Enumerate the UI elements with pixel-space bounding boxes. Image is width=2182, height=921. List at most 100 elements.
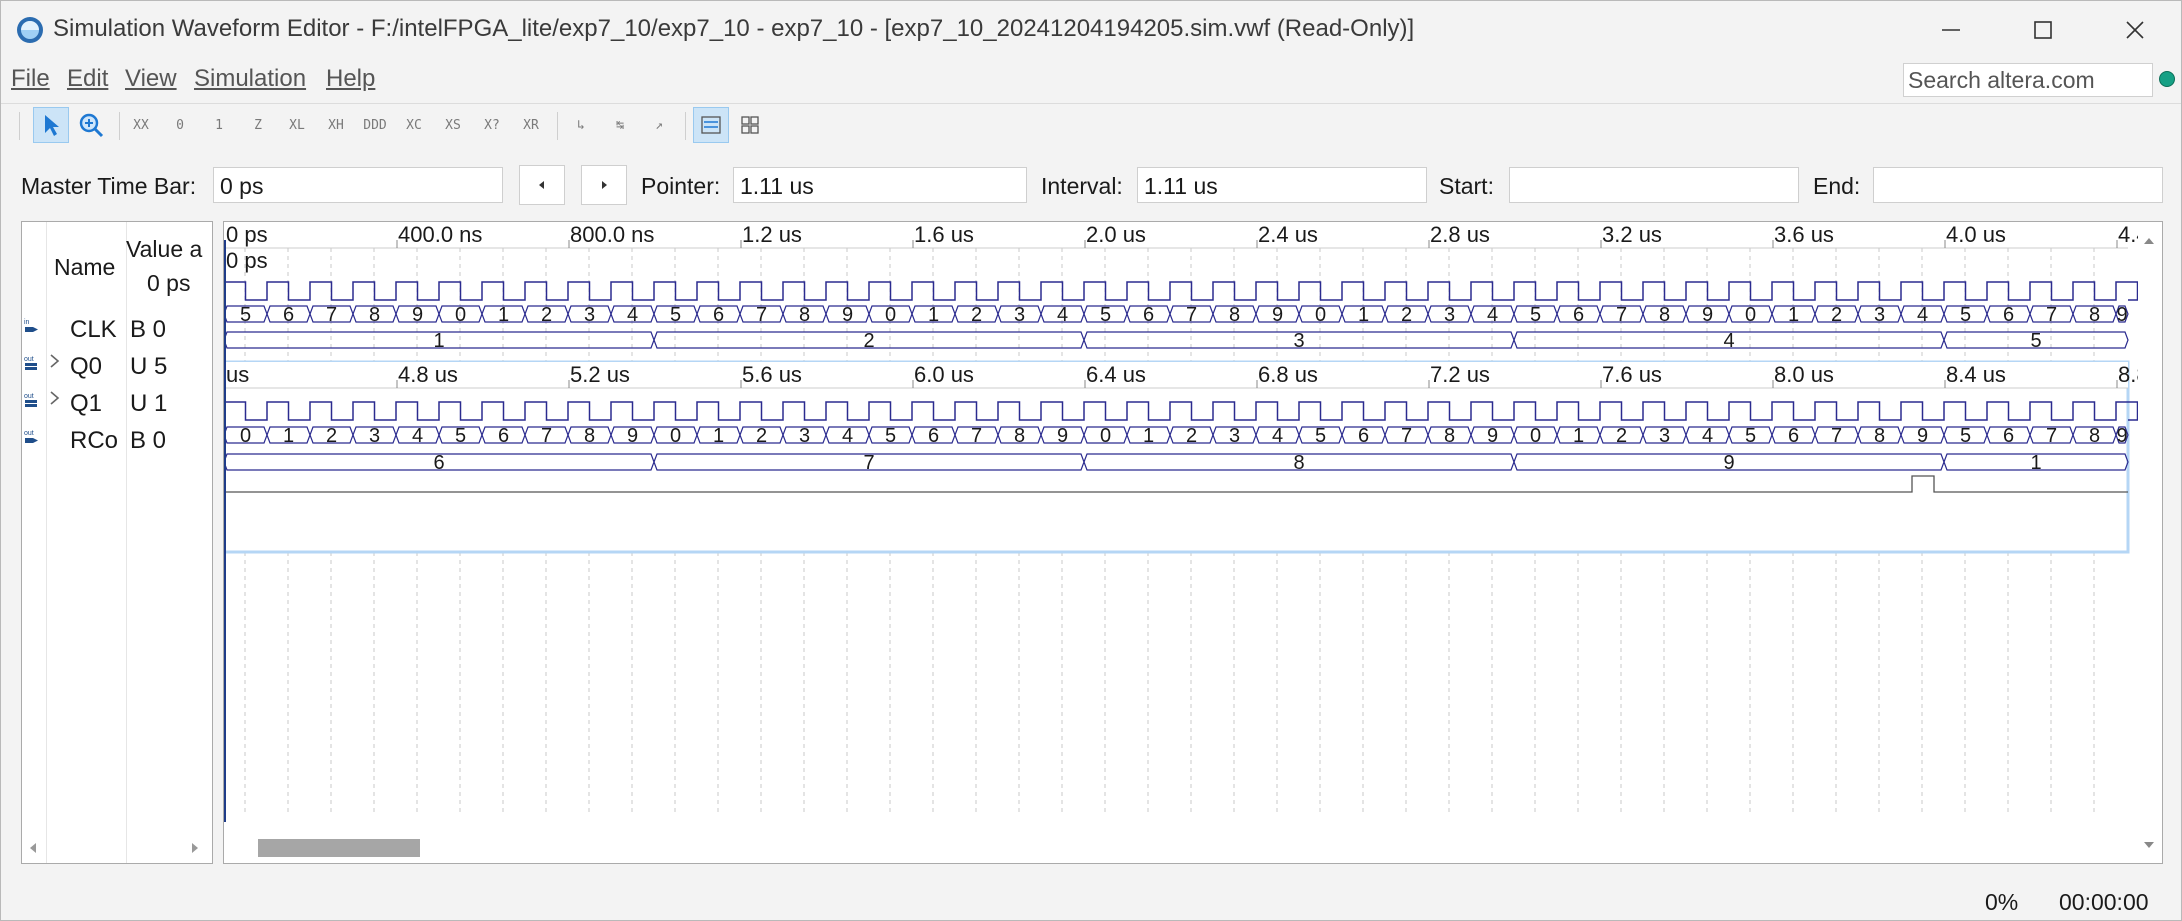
q0-bus-label: 4 <box>412 425 423 447</box>
waveform-horizontal-scrollbar[interactable] <box>224 833 2138 863</box>
timeline-tick-label: 3.2 us <box>1602 222 1662 247</box>
force-dont-care-button[interactable]: DDD <box>357 107 393 143</box>
force-high-button[interactable]: 1 <box>201 107 237 143</box>
q0-bus-label: 8 <box>1014 425 1025 447</box>
menu-view[interactable]: View <box>125 65 177 93</box>
q0-bus-label: 0 <box>885 304 896 326</box>
expand-chevron-icon[interactable] <box>48 388 62 408</box>
q0-bus-label: 5 <box>1100 304 1111 326</box>
clock-button[interactable]: X? <box>474 107 510 143</box>
q0-bus-label: 5 <box>1745 425 1756 447</box>
signal-name: RCo <box>70 427 119 454</box>
force-weak-low-button[interactable]: XL <box>279 107 315 143</box>
q0-bus-label: 6 <box>498 425 509 447</box>
maximize-button[interactable] <box>2011 9 2075 51</box>
timeline-tick-label: 2.0 us <box>1086 222 1146 247</box>
start-label: Start: <box>1439 173 1494 199</box>
waveform-view-icon <box>701 116 721 134</box>
master-time-bar-field[interactable]: 0 ps <box>213 167 503 203</box>
timeline-tick-label: 5.2 us <box>570 362 630 387</box>
force-weak-high-button[interactable]: XH <box>318 107 354 143</box>
invert-button[interactable]: XC <box>396 107 432 143</box>
value-column-header[interactable]: Value a <box>126 236 202 263</box>
snap-to-grid-button[interactable]: ↳ <box>563 107 599 143</box>
end-label: End: <box>1813 173 1861 199</box>
q0-bus-label: 8 <box>584 425 595 447</box>
q1-bus-label: 4 <box>1723 330 1734 352</box>
signal-row-rco[interactable]: out RCo B 0 <box>22 421 212 458</box>
q0-bus-label: 5 <box>240 304 251 326</box>
window-title: Simulation Waveform Editor - F:/intelFPG… <box>53 15 1415 42</box>
q0-bus-label: 5 <box>1315 425 1326 447</box>
view-waveforms-button[interactable] <box>693 107 729 143</box>
q0-bus-label: 4 <box>1057 304 1068 326</box>
q0-bus-label: 5 <box>885 425 896 447</box>
sort-button[interactable]: ↹ <box>602 107 638 143</box>
timeline-tick-label: 6.8 us <box>1258 362 1318 387</box>
menu-edit[interactable]: Edit <box>67 65 108 93</box>
q0-bus-label: 2 <box>1186 425 1197 447</box>
interval-label: Interval: <box>1041 173 1123 199</box>
signal-row-clk[interactable]: in CLK B 0 <box>22 310 212 347</box>
q0-bus-label: 0 <box>455 304 466 326</box>
count-value-button[interactable]: XS <box>435 107 471 143</box>
q0-bus-label: 4 <box>1702 425 1713 447</box>
q0-bus-label: 2 <box>541 304 552 326</box>
q0-bus-label: 9 <box>842 304 853 326</box>
force-high-impedance-button[interactable]: Z <box>240 107 276 143</box>
close-button[interactable] <box>2103 9 2167 51</box>
q0-bus-label: 9 <box>1917 425 1928 447</box>
force-low-button[interactable]: 0 <box>162 107 198 143</box>
names-horizontal-scrollbar[interactable] <box>22 833 212 863</box>
selection-tool-button[interactable] <box>33 107 69 143</box>
menu-help-label: Help <box>326 65 376 92</box>
name-column-header[interactable]: Name <box>54 254 115 281</box>
menu-help[interactable]: Help <box>326 65 375 93</box>
pointer-label: Pointer: <box>641 173 721 199</box>
timeline-tick-label: 1.6 us <box>914 222 974 247</box>
waveform-panel[interactable]: 0 ps 400.0 ns 800.0 ns 1.2 us 1.6 us 2.0 us 2.… <box>223 221 2163 864</box>
progress-percent: 0% <box>1985 889 2019 915</box>
q0-bus-label: 7 <box>1616 304 1627 326</box>
q0-bus-label: 6 <box>1143 304 1154 326</box>
signal-row-q1[interactable]: out Q1 U 1 <box>22 384 212 421</box>
clk-waveform <box>224 281 2138 301</box>
globe-icon[interactable] <box>2159 71 2175 87</box>
zoom-magnifier-icon <box>79 113 104 138</box>
status-bar: 0% 00:00:00 <box>1 881 2181 921</box>
menu-simulation[interactable]: Simulation <box>194 65 306 93</box>
timeline-tick-label: 2.4 us <box>1258 222 1318 247</box>
elapsed-time: 00:00:00 <box>2059 889 2149 915</box>
timeline-tick-label: 8.0 us <box>1774 362 1834 387</box>
output-pin-icon: out <box>24 430 38 443</box>
q0-bus-label: 7 <box>2046 304 2057 326</box>
q0-bus-label: 5 <box>1960 425 1971 447</box>
random-value-button[interactable]: XR <box>513 107 549 143</box>
q0-bus-label: 6 <box>1573 304 1584 326</box>
q0-bus-label: 6 <box>1788 425 1799 447</box>
minimize-button[interactable] <box>1919 9 1983 51</box>
next-transition-button[interactable] <box>581 165 627 205</box>
timeline-tick-label: 8.8 us <box>2118 362 2138 387</box>
menu-file[interactable]: File <box>11 65 50 93</box>
timeline-tick-label: 2.8 us <box>1430 222 1490 247</box>
search-input[interactable]: Search altera.com <box>1903 63 2153 97</box>
view-grid-button[interactable] <box>732 107 768 143</box>
waveform-vertical-scrollbar[interactable] <box>2136 222 2162 863</box>
q0-bus-label: 3 <box>1874 304 1885 326</box>
group-button[interactable]: ↗ <box>641 107 677 143</box>
q0-bus-label: 2 <box>971 304 982 326</box>
interval-field: 1.11 us <box>1137 167 1427 203</box>
signal-row-q0[interactable]: out Q0 U 5 <box>22 347 212 384</box>
master-time-bar-row: Master Time Bar: 0 ps Pointer: 1.11 us I… <box>1 161 2181 211</box>
timeline-tick-label: 3.6 us <box>1774 222 1834 247</box>
previous-transition-button[interactable] <box>519 165 565 205</box>
expand-chevron-icon[interactable] <box>48 351 62 371</box>
horizontal-scroll-thumb[interactable] <box>258 839 420 857</box>
waveform-canvas[interactable]: 0 ps 400.0 ns 800.0 ns 1.2 us 1.6 us 2.0 us 2.… <box>224 222 2138 835</box>
force-unknown-button[interactable]: XX <box>123 107 159 143</box>
q0-bus-label: 2 <box>756 425 767 447</box>
maximize-icon <box>2034 21 2052 39</box>
q0-bus-label: 8 <box>1444 425 1455 447</box>
zoom-tool-button[interactable] <box>73 107 109 143</box>
